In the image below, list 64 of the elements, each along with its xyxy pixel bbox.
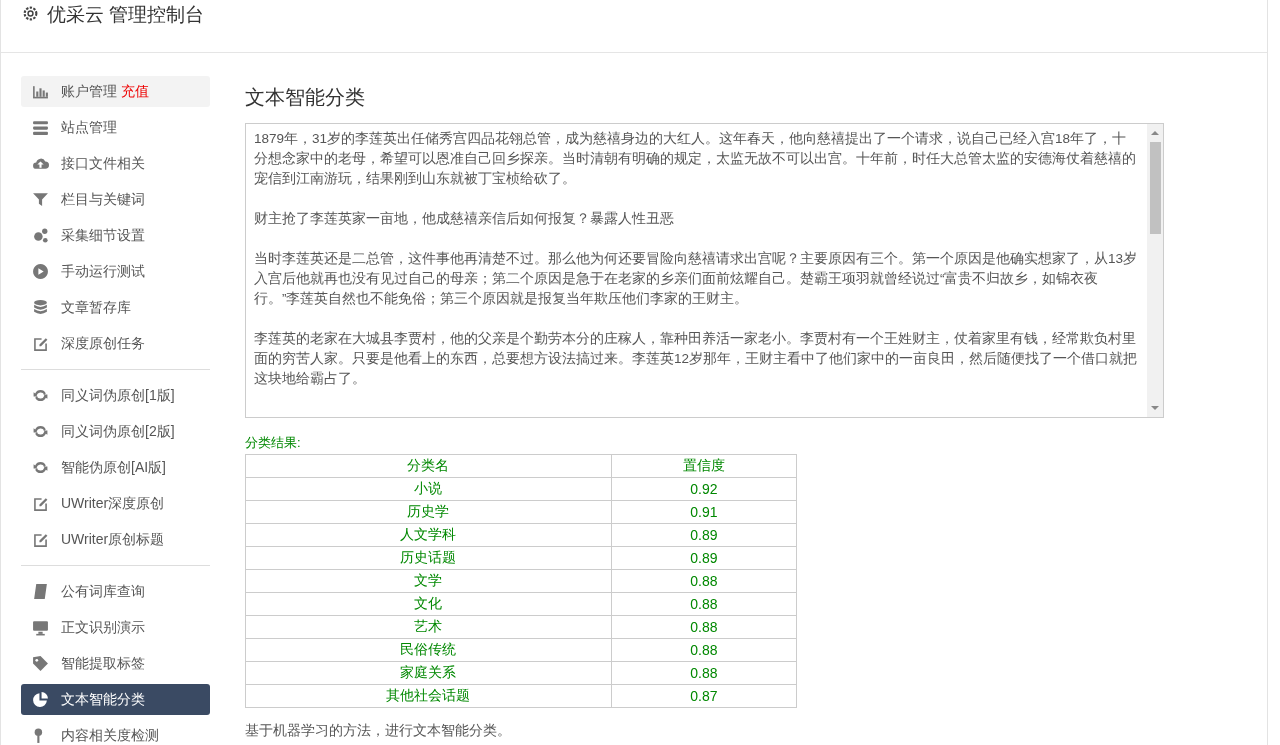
description-text: 基于机器学习的方法，进行文本智能分类。	[245, 722, 512, 740]
table-cell: 历史话题	[245, 546, 612, 570]
sidebar-item[interactable]: 同义词伪原创[2版]	[21, 416, 210, 447]
table-cell: 0.88	[611, 661, 797, 685]
scroll-up-icon[interactable]	[1151, 129, 1159, 137]
table-cell: 其他社会话题	[245, 684, 612, 708]
sidebar-item[interactable]: 深度原创任务	[21, 328, 210, 359]
edit-icon	[32, 335, 49, 352]
text-input-area[interactable]: 1879年，31岁的李莲英出任储秀宫四品花翎总管，成为慈禧身边的大红人。这年春天，他向慈禧提出了一个请求，说自己已经入宫18年了，十分想念家中的老母，希望可以恩准自己回乡探亲。当时清朝有明确的规定，太监无故不可以出宫。十年前，时任大总管太监的安德海仗着慈禧的宠信到江南游玩，结果刚到山东就被丁宝桢给砍了。 财主抢了李莲英家一亩地，他成慈禧亲信后如何报复？暴露人性丑恶 当时李莲英还是二总管，这件事他再清楚不过。那么他为何还要冒险向慈禧请求出宫呢？主要原因有三个。第一个原因是他确实想家了，从13岁入宫后他就再也没有见过自己的母亲；第二个原因是急于在老家的乡亲们面前炫耀自己。楚霸王项羽就曾经说过“富贵不归故乡，如锦衣夜行。”李莲英自然也不能免俗；第三个原因就是报复当年欺压他们李家的王财主。 李莲英的老家在大城县李贾村，他的父亲是个勤劳本分的庄稼人，靠种田养活一家老小。李贾村有一个王姓财主，仗着家里有钱，经常欺负村里面的穷苦人家。只要是他看上的东西，总要想方设法搞过来。李莲英12岁那年，王财主看中了他们家中的一亩良田，然后随便找了一个借口就把这块地给霸占了。	[245, 123, 1164, 418]
sidebar-item[interactable]: 智能伪原创[AI版]	[21, 452, 210, 483]
sidebar-item[interactable]: 站点管理	[21, 112, 210, 143]
table-cell: 0.87	[611, 684, 797, 708]
bar-chart-icon	[32, 83, 49, 100]
sidebar-item[interactable]: 内容相关度检测	[21, 720, 210, 745]
sidebar-item[interactable]: 文章暂存库	[21, 292, 210, 323]
column-header: 置信度	[611, 454, 797, 478]
server-icon	[32, 119, 49, 136]
pie-chart-icon	[32, 691, 49, 708]
filter-icon	[32, 191, 49, 208]
table-cell: 0.92	[611, 477, 797, 501]
play-icon	[32, 263, 49, 280]
table-cell: 0.88	[611, 592, 797, 616]
scrollbar[interactable]	[1147, 124, 1163, 417]
table-cell: 民俗传统	[245, 638, 612, 662]
table-cell: 0.91	[611, 500, 797, 524]
sidebar-item[interactable]: UWriter深度原创	[21, 488, 210, 519]
table-cell: 0.88	[611, 615, 797, 639]
sidebar-item[interactable]: 手动运行测试	[21, 256, 210, 287]
sidebar-item[interactable]: 同义词伪原创[1版]	[21, 380, 210, 411]
column-header: 分类名	[245, 454, 612, 478]
sidebar-item[interactable]: UWriter原创标题	[21, 524, 210, 555]
table-cell: 历史学	[245, 500, 612, 524]
table-cell: 0.89	[611, 523, 797, 547]
sidebar-item[interactable]: 账户管理 充值	[21, 76, 210, 107]
table-cell: 人文学科	[245, 523, 612, 547]
tag-icon	[32, 655, 49, 672]
sidebar-item[interactable]: 文本智能分类	[21, 684, 210, 715]
table-cell: 文学	[245, 569, 612, 593]
sidebar-item[interactable]: 正文识别演示	[21, 612, 210, 643]
edit-icon	[32, 495, 49, 512]
sidebar-item[interactable]: 智能提取标签	[21, 648, 210, 679]
sidebar-item[interactable]: 栏目与关键词	[21, 184, 210, 215]
refresh-icon	[32, 387, 49, 404]
settings-icon	[22, 5, 39, 22]
sidebar-item[interactable]: 采集细节设置	[21, 220, 210, 251]
sidebar-item[interactable]: 公有词库查询	[21, 576, 210, 607]
table-cell: 0.89	[611, 546, 797, 570]
table-cell: 小说	[245, 477, 612, 501]
scrollbar-thumb[interactable]	[1149, 142, 1161, 234]
monitor-icon	[32, 619, 49, 636]
result-label: 分类结果:	[245, 434, 302, 452]
table-cell: 0.88	[611, 638, 797, 662]
edit-icon	[32, 531, 49, 548]
table-cell: 文化	[245, 592, 612, 616]
table-cell: 艺术	[245, 615, 612, 639]
refresh-icon	[32, 423, 49, 440]
sidebar-item[interactable]: 接口文件相关	[21, 148, 210, 179]
database-icon	[32, 299, 49, 316]
table-cell: 0.88	[611, 569, 797, 593]
table-cell: 家庭关系	[245, 661, 612, 685]
page-title: 文本智能分类	[245, 85, 366, 110]
app-title: 优采云 管理控制台	[47, 3, 205, 27]
refresh-icon	[32, 459, 49, 476]
scroll-down-icon[interactable]	[1151, 404, 1159, 412]
